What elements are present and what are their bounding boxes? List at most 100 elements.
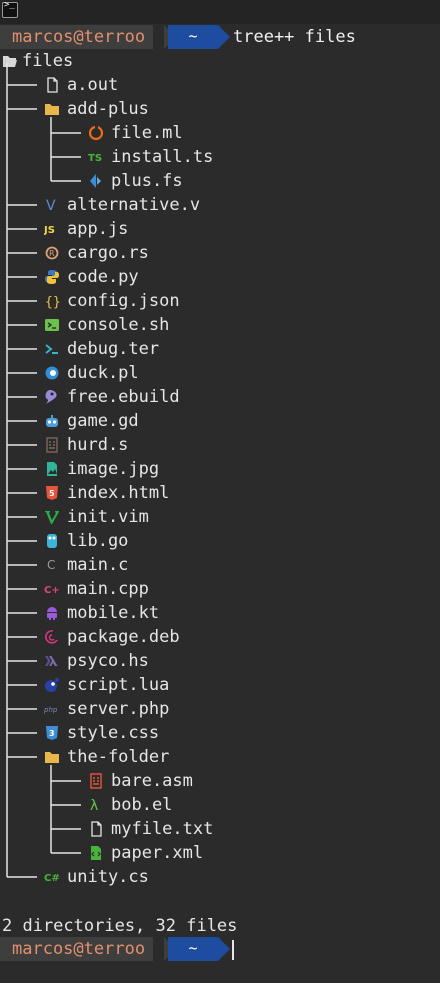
tree-entry-name: config.json — [67, 291, 180, 311]
tree-entry-name: a.out — [67, 75, 119, 95]
android-icon — [47, 607, 57, 620]
rust-icon: R — [45, 246, 59, 260]
prompt-separator-icon — [218, 937, 230, 961]
tree-file-row: λ bob.el — [0, 793, 440, 817]
tree-entry-name: index.html — [67, 483, 170, 503]
svg-text:C: C — [47, 558, 55, 572]
tree-entry-name: file.ml — [111, 123, 183, 143]
fsharp-icon — [90, 174, 101, 188]
godot-icon — [46, 415, 58, 427]
folder-icon — [45, 752, 59, 763]
tree-file-row: paper.xml — [0, 841, 440, 865]
tree-entry-name: init.vim — [67, 507, 149, 527]
tree-entry-name: cargo.rs — [67, 243, 149, 263]
tree-entry-name: main.c — [67, 555, 129, 575]
svg-text:R: R — [49, 249, 55, 258]
tree-file-row: myfile.txt — [0, 817, 440, 841]
tree-file-row: script.lua — [0, 673, 440, 697]
gentoo-icon — [45, 390, 57, 404]
tree-file-row: free.ebuild — [0, 385, 440, 409]
csharp-icon: C# — [44, 873, 60, 884]
lambda-icon: λ — [90, 798, 98, 813]
tree-file-row: image.jpg — [0, 457, 440, 481]
terminal-icon — [45, 344, 58, 354]
tree-file-row: a.out — [0, 73, 440, 97]
tree-file-row: plus.fs — [0, 169, 440, 193]
tree-file-row: Valternative.v — [0, 193, 440, 217]
image-icon — [47, 462, 57, 476]
tree-file-row: code.py — [0, 265, 440, 289]
tree-entry-name: bob.el — [111, 795, 173, 815]
javascript-icon: JS — [44, 225, 55, 236]
folder-icon — [45, 104, 59, 115]
svg-text:TS: TS — [88, 153, 102, 164]
cpp-icon: C++ — [44, 585, 60, 596]
svg-text:php: php — [44, 706, 58, 714]
svg-text:{}: {} — [45, 295, 60, 309]
tree-entry-name: duck.pl — [67, 363, 139, 383]
prompt-cwd: ~ — [168, 937, 218, 961]
php-icon: php — [44, 706, 58, 714]
typescript-icon: TS — [88, 153, 102, 164]
ocaml-icon — [88, 125, 104, 141]
text-cursor — [232, 940, 234, 960]
svg-text:3: 3 — [49, 729, 55, 738]
svg-text:JS: JS — [44, 225, 55, 236]
tree-entry-name: image.jpg — [67, 459, 160, 479]
html-icon: 5 — [46, 486, 58, 500]
tree-entry-name: paper.xml — [111, 843, 204, 863]
debian-icon — [45, 630, 58, 644]
haskell-icon — [45, 656, 58, 666]
xml-icon — [91, 846, 101, 860]
svg-text:5: 5 — [49, 489, 55, 498]
tree-entry-name: code.py — [67, 267, 139, 287]
tree-entry-name: myfile.txt — [111, 819, 214, 839]
tree-file-row: file.ml — [0, 121, 440, 145]
tree-entry-name: mobile.kt — [67, 603, 160, 623]
tree-file-row: 3 style.css — [0, 721, 440, 745]
perl-icon — [45, 366, 59, 380]
tree-entry-name: free.ebuild — [67, 387, 180, 407]
lua-icon — [45, 678, 59, 692]
tree-entry-name: psyco.hs — [67, 651, 149, 671]
tree-entry-name: debug.ter — [67, 339, 160, 359]
tree-entry-name: script.lua — [67, 675, 170, 695]
shell-prompt-2[interactable]: marcos@terroo ~ — [0, 937, 440, 961]
svg-text:λ: λ — [90, 798, 98, 813]
c-icon: C — [47, 558, 55, 572]
file-icon — [47, 77, 58, 93]
tree-entry-name: game.gd — [67, 411, 139, 431]
tree-folder-row: add-plus — [0, 97, 440, 121]
tree-file-row: C# unity.cs — [0, 865, 440, 889]
tree-file-row: bare.asm — [0, 769, 440, 793]
json-icon: {} — [45, 295, 60, 309]
tree-entry-name: install.ts — [111, 147, 214, 167]
svg-text:C++: C++ — [44, 585, 60, 596]
tree-file-row: duck.pl — [0, 361, 440, 385]
vlang-icon: V — [46, 198, 56, 213]
tree-entry-name: style.css — [67, 723, 160, 743]
python-icon — [45, 270, 59, 284]
shell-icon — [45, 319, 59, 331]
tree-entry-name: plus.fs — [111, 171, 183, 191]
assembly-icon — [90, 773, 102, 789]
tree-entry-name: main.cpp — [67, 579, 149, 599]
tree-summary: 2 directories, 32 files — [2, 916, 238, 936]
file-icon — [91, 821, 102, 837]
tree-entry-name: add-plus — [67, 99, 149, 119]
tree-file-row: mobile.kt — [0, 601, 440, 625]
tree-file-row: game.gd — [0, 409, 440, 433]
tree-entry-name: console.sh — [67, 315, 170, 335]
go-icon — [47, 534, 57, 548]
tree-file-row: C++ main.cpp — [0, 577, 440, 601]
assembly-icon — [46, 437, 58, 453]
tree-entry-name: alternative.v — [67, 195, 201, 215]
tree-entry-name: app.js — [67, 219, 129, 239]
tree-folder-row: the-folder — [0, 745, 440, 769]
tree-file-row: console.sh — [0, 313, 440, 337]
tree-entry-name: lib.go — [67, 531, 129, 551]
tree-file-row: hurd.s — [0, 433, 440, 457]
css-icon: 3 — [46, 726, 58, 740]
tree-file-row: TS install.ts — [0, 145, 440, 169]
tree-entry-name: hurd.s — [67, 435, 129, 455]
